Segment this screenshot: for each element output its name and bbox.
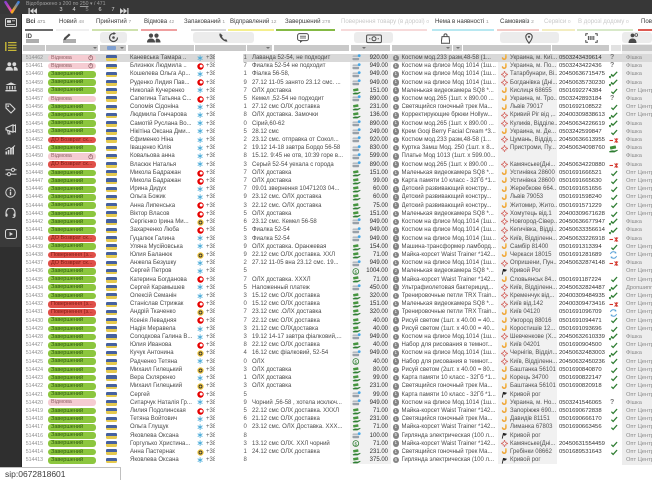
svg-text:ID: ID: [26, 34, 33, 40]
